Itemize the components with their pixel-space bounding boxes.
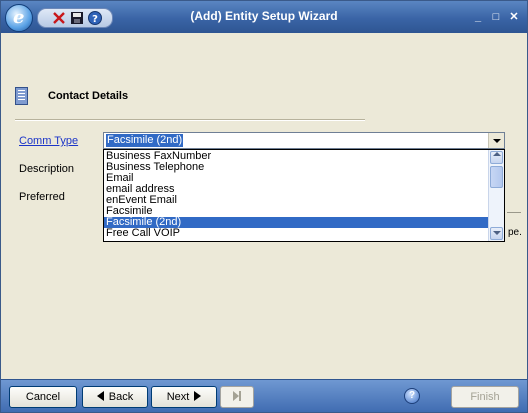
preferred-label: Preferred [19,191,65,203]
dropdown-arrow-icon[interactable] [488,133,504,148]
description-label: Description [19,163,75,175]
finish-button[interactable]: Finish [451,386,519,408]
help-icon[interactable]: ? [404,388,420,404]
section-divider [15,119,365,121]
comm-type-label[interactable]: Comm Type [19,135,78,147]
notebook-icon [15,87,28,105]
restore-button[interactable]: □ [490,11,502,23]
cancel-button[interactable]: Cancel [9,386,77,408]
next-label: Next [166,391,190,403]
window-title: (Add) Entity Setup Wizard [190,9,338,23]
comm-type-value: Facsimile (2nd) [106,134,184,147]
wizard-window: e ? (Add) Entity Setup Wizard _ □ ✕ Cont… [0,0,528,413]
last-page-button[interactable] [220,386,254,408]
dropdown-option[interactable]: Business Telephone [104,162,490,173]
close-button[interactable]: ✕ [508,11,520,23]
comm-type-dropdown-list[interactable]: Business FaxNumber Business Telephone Em… [103,149,505,242]
wizard-footer: Cancel Back Next ? Finish [1,379,527,412]
dropdown-scrollbar[interactable] [488,150,504,241]
section-title: Contact Details [48,90,129,102]
back-button[interactable]: Back [82,386,148,408]
dropdown-option[interactable]: Free Call VOIP [104,228,490,239]
next-arrow-icon [194,391,202,401]
scroll-thumb[interactable] [490,166,503,188]
scroll-up-icon[interactable] [490,151,503,164]
scroll-down-icon[interactable] [490,227,503,240]
clipped-text: pe. [508,227,522,238]
dropdown-option[interactable]: enEvent Email [104,195,490,206]
last-bar-icon [239,391,241,401]
clipped-field-edge [507,212,521,213]
back-label: Back [108,391,134,403]
minimize-button[interactable]: _ [472,11,484,23]
next-button[interactable]: Next [151,386,217,408]
title-bar: e ? (Add) Entity Setup Wizard _ □ ✕ [1,1,527,33]
back-arrow-icon [96,391,104,401]
comm-type-combobox[interactable]: Facsimile (2nd) [103,132,505,149]
